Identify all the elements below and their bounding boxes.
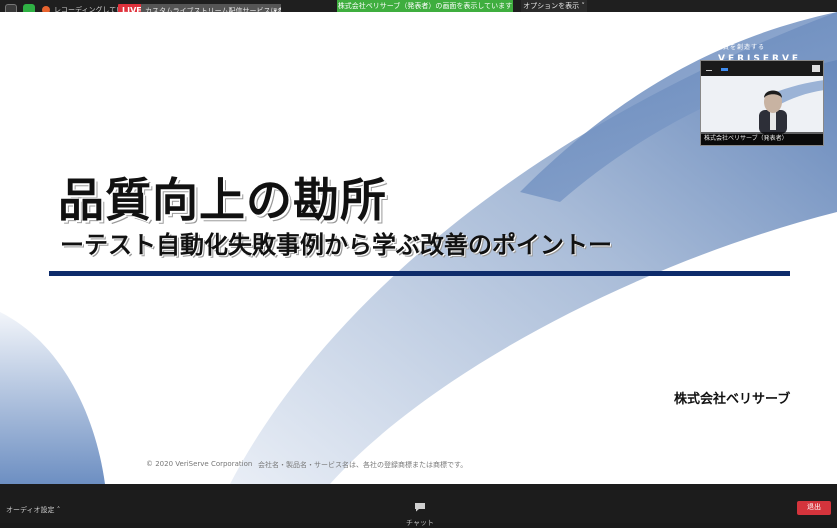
- chat-label: チャット: [406, 519, 434, 527]
- chevron-up-icon: ˄: [56, 506, 61, 514]
- chevron-down-icon: ˅: [581, 2, 585, 10]
- trademark-note: 会社名・製品名・サービス名は、各社の登録商標または商標です。: [258, 461, 468, 469]
- slide-subtitle: ーテスト自動化失敗事例から学ぶ改善のポイントー: [60, 231, 612, 259]
- leave-meeting-button[interactable]: 退出: [797, 501, 831, 515]
- chat-button[interactable]: チャット: [405, 497, 435, 528]
- speaker-video-thumbnail[interactable]: 株式会社ベリサーブ（発表者）: [700, 60, 824, 146]
- minimize-icon[interactable]: [706, 70, 712, 71]
- audio-settings-button[interactable]: オーディオ設定 ˄: [6, 505, 60, 515]
- speaker-figure-icon: [759, 80, 823, 134]
- screen-share-banner: 株式会社ベリサーブ（発表者）の画面を表示しています: [337, 0, 513, 12]
- gallery-view-icon[interactable]: [812, 65, 820, 72]
- view-options-label: オプションを表示: [523, 2, 580, 10]
- meeting-bottom-toolbar: オーディオ設定 ˄ チャット 退出: [0, 484, 837, 527]
- copyright-text: © 2020 VeriServe Corporation: [146, 460, 253, 468]
- speaker-name: 株式会社ベリサーブ（発表者）: [701, 132, 823, 145]
- thumbnail-indicator-icon: [721, 68, 728, 71]
- slide-title: 品質向上の勘所: [58, 173, 387, 227]
- speaker-video-feed: [701, 76, 823, 134]
- title-divider: [49, 271, 790, 276]
- view-options-button[interactable]: オプションを表示 ˅: [521, 0, 587, 12]
- audio-settings-label: オーディオ設定: [6, 506, 55, 514]
- chat-bubble-icon: [415, 503, 425, 512]
- brand-tagline: 品質を創造する: [716, 44, 766, 51]
- presenter-company: 株式会社ベリサーブ: [674, 392, 791, 407]
